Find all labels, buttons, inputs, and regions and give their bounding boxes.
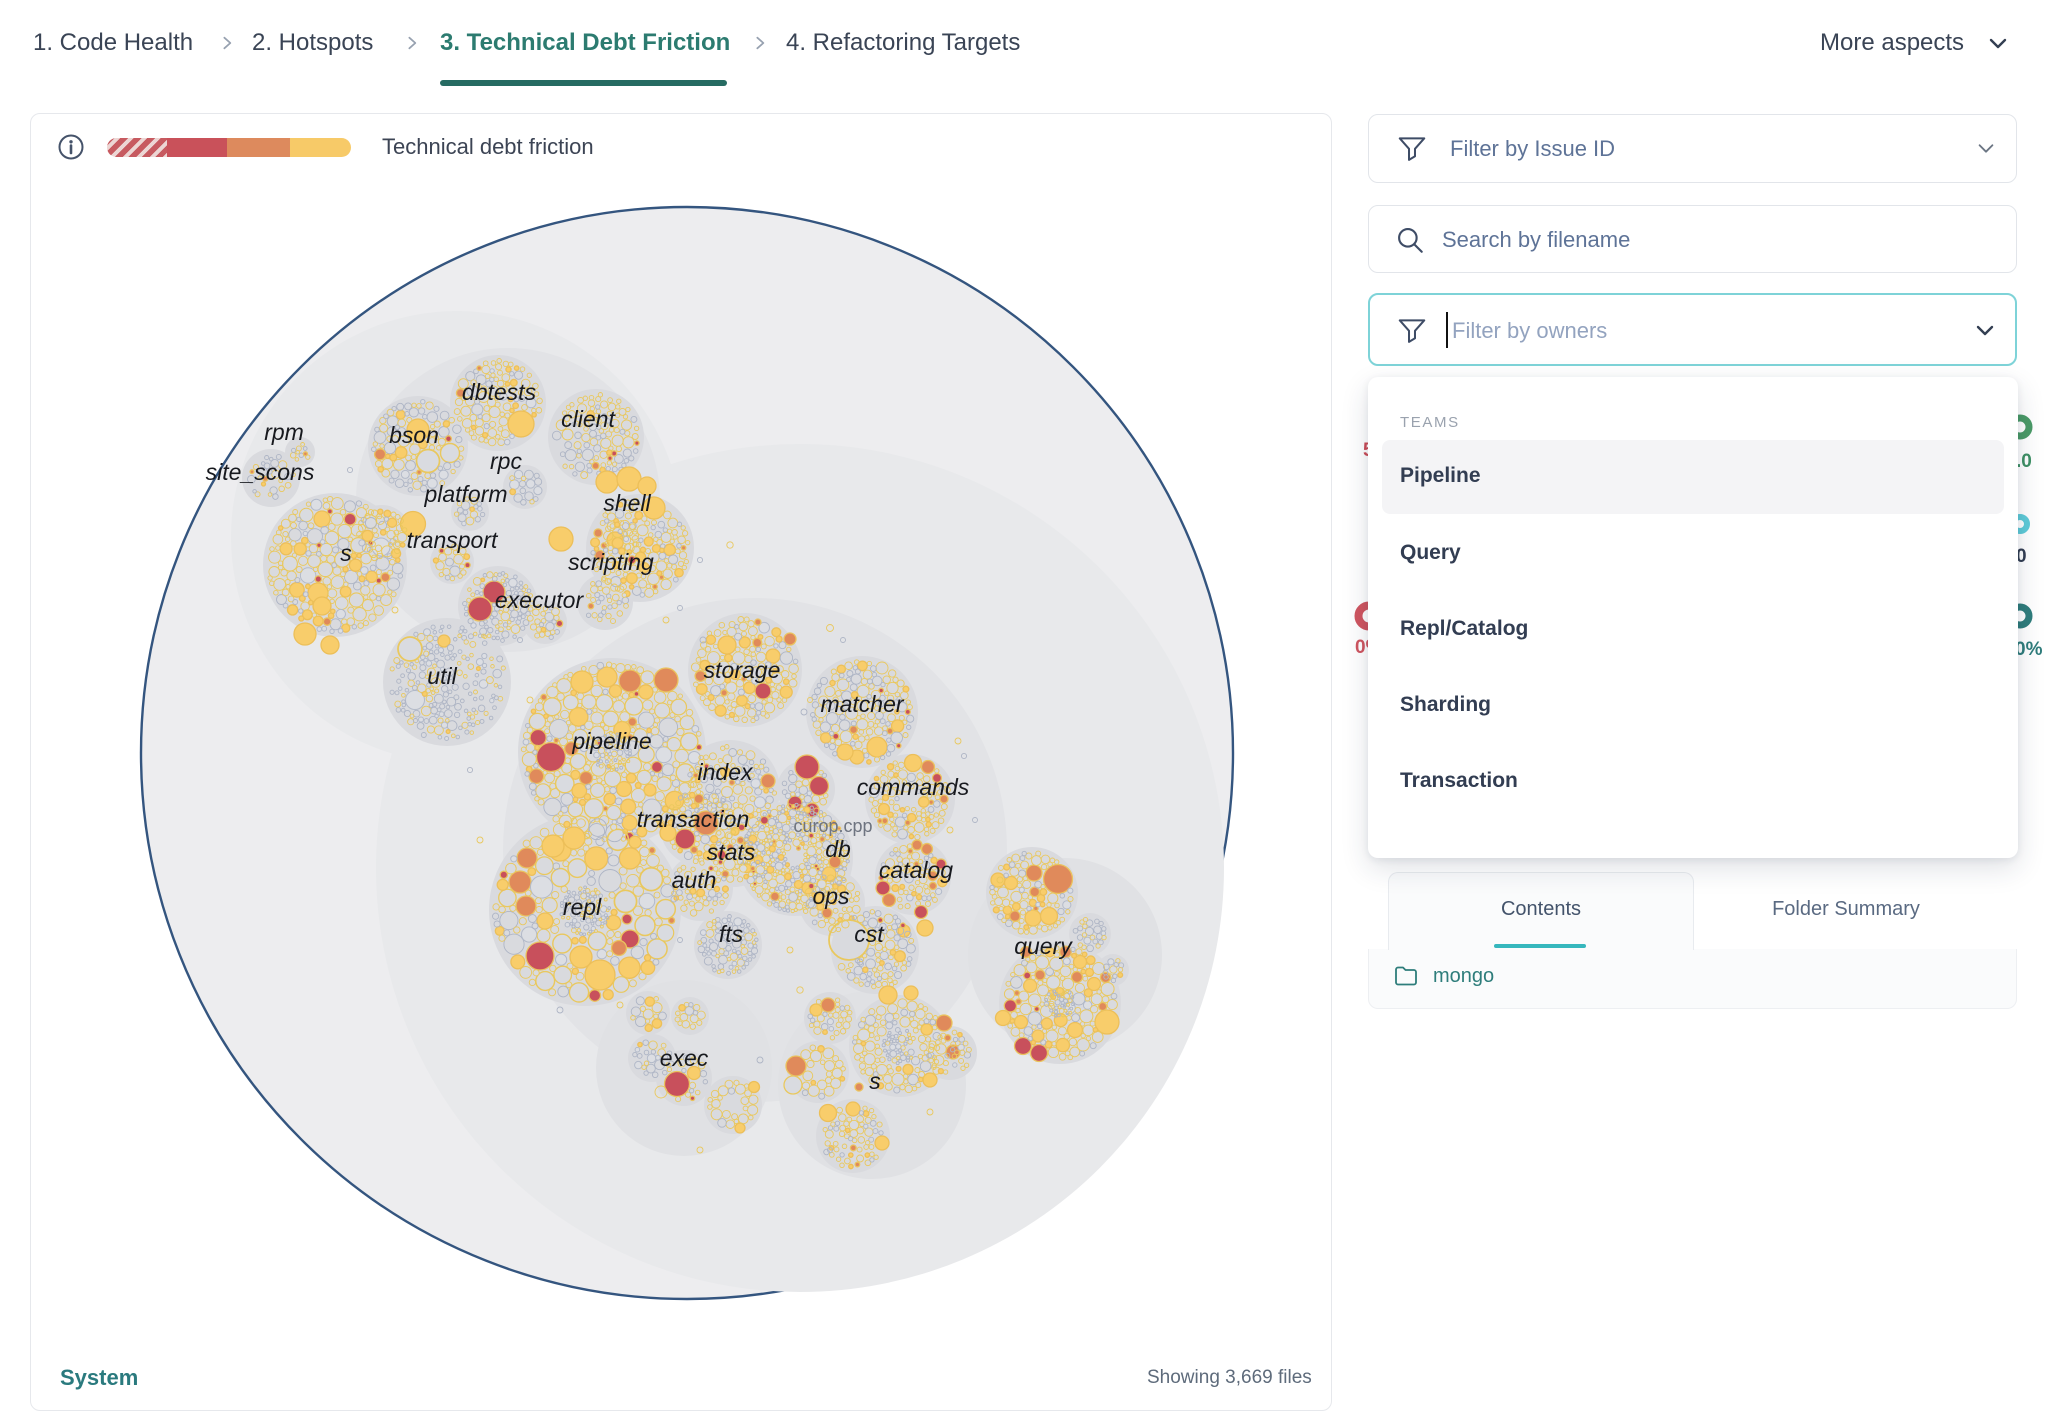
svg-text:.0: .0 xyxy=(2016,451,2032,472)
svg-text:0%: 0% xyxy=(2015,639,2043,660)
